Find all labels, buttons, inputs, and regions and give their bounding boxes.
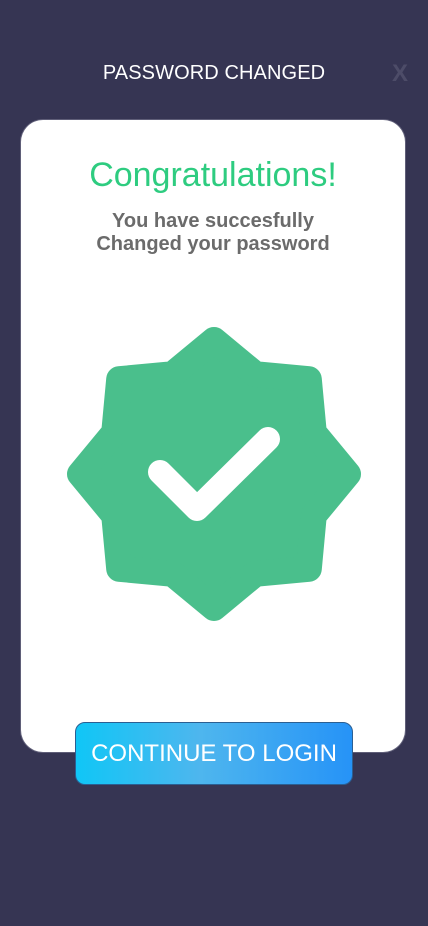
badge-seal-shape (67, 327, 361, 621)
verified-check-badge-icon (67, 327, 361, 621)
continue-to-login-button[interactable]: CONTINUE TO LOGIN (75, 722, 353, 785)
success-message-line-2: Changed your password (96, 233, 330, 255)
success-message: You have succesfully Changed your passwo… (21, 210, 405, 256)
close-icon[interactable]: X (392, 60, 408, 88)
congratulations-heading: Congratulations! (89, 156, 337, 194)
header-title: PASSWORD CHANGED (102, 62, 326, 84)
success-message-line-1: You have succesfully (112, 210, 314, 232)
success-card: Congratulations! You have succesfully Ch… (21, 120, 405, 752)
